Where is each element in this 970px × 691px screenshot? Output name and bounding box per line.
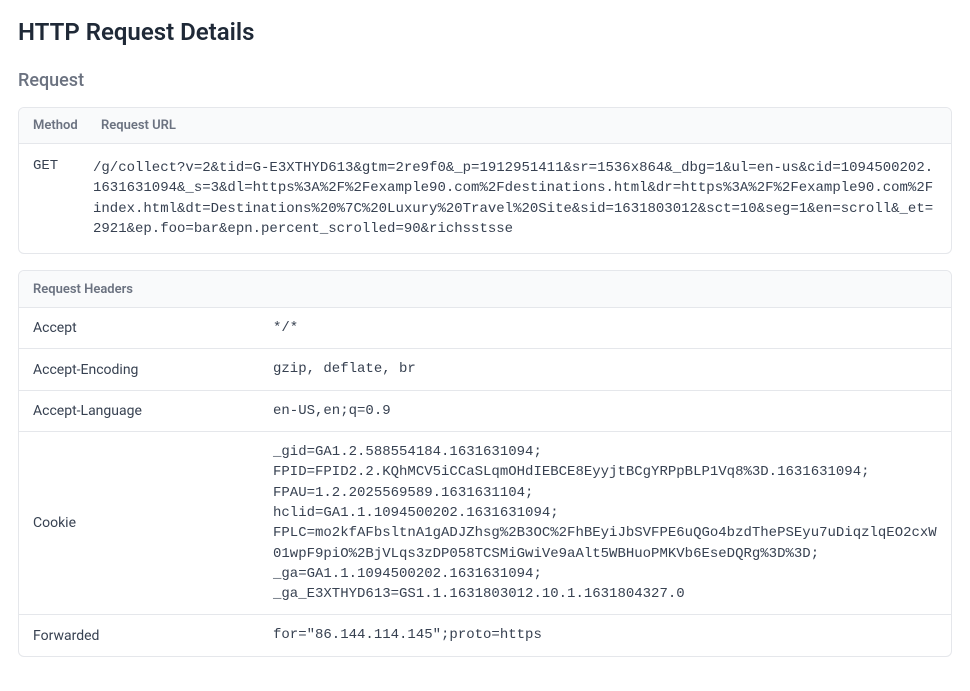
table-row: Accept-Encodinggzip, deflate, br — [19, 349, 951, 390]
request-row: GET /g/collect?v=2&tid=G-E3XTHYD613&gtm=… — [19, 144, 951, 253]
col-header-method: Method — [33, 118, 85, 133]
table-row: Accept-Languageen-US,en;q=0.9 — [19, 390, 951, 431]
request-url-panel: Method Request URL GET /g/collect?v=2&ti… — [18, 107, 952, 254]
request-headers-title: Request Headers — [33, 282, 133, 297]
header-key: Accept-Language — [19, 390, 259, 431]
col-header-url: Request URL — [101, 118, 176, 133]
page-title: HTTP Request Details — [18, 18, 952, 46]
header-value: _gid=GA1.2.588554184.1631631094; FPID=FP… — [259, 432, 951, 615]
request-url: /g/collect?v=2&tid=G-E3XTHYD613&gtm=2re9… — [93, 158, 937, 239]
table-row: Cookie_gid=GA1.2.588554184.1631631094; F… — [19, 432, 951, 615]
section-title-request: Request — [18, 70, 952, 91]
header-key: Accept — [19, 308, 259, 349]
headers-table: Accept*/*Accept-Encodinggzip, deflate, b… — [19, 308, 951, 656]
table-row: Accept*/* — [19, 308, 951, 349]
http-method: GET — [33, 158, 93, 174]
header-value: en-US,en;q=0.9 — [259, 390, 951, 431]
header-key: Accept-Encoding — [19, 349, 259, 390]
header-value: for="86.144.114.145";proto=https — [259, 615, 951, 656]
header-key: Cookie — [19, 432, 259, 615]
header-key: Forwarded — [19, 615, 259, 656]
header-value: gzip, deflate, br — [259, 349, 951, 390]
table-row: Forwardedfor="86.144.114.145";proto=http… — [19, 615, 951, 656]
header-value: */* — [259, 308, 951, 349]
